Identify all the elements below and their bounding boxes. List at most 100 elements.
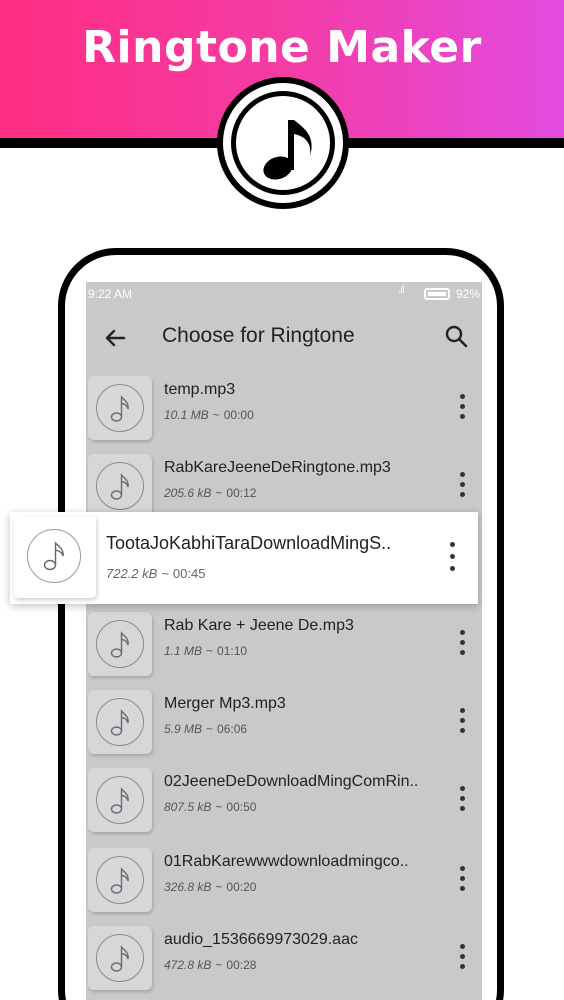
list-item[interactable]: 01RabKarewwwdownloadmingco.. 326.8 kB ~00:… (86, 846, 482, 924)
file-size: 807.5 kB (164, 800, 212, 814)
file-duration: 00:00 (223, 408, 254, 422)
file-thumbnail (88, 454, 152, 518)
arrow-left-icon (105, 329, 126, 347)
separator: ~ (161, 566, 169, 581)
separator: ~ (215, 880, 223, 894)
thumbnail-circle (96, 856, 144, 904)
search-button[interactable] (442, 322, 472, 352)
music-note-icon (263, 120, 312, 180)
search-icon (445, 325, 468, 348)
thumbnail-circle (96, 698, 144, 746)
file-meta: 1.1 MB ~01:10 (164, 644, 247, 658)
file-meta: 205.6 kB ~00:12 (164, 486, 256, 500)
logo-ring (231, 91, 335, 195)
file-name: audio_1536669973029.aac (164, 931, 358, 948)
file-meta: 807.5 kB ~00:50 (164, 800, 256, 814)
file-meta: 5.9 MB ~06:06 (164, 722, 247, 736)
list-item[interactable]: Rab Kare + Jeene De.mp3 1.1 MB ~01:10 (86, 610, 482, 688)
file-duration: 00:28 (226, 958, 257, 972)
file-thumbnail (88, 848, 152, 912)
more-vert-icon (450, 542, 455, 547)
file-name: Merger Mp3.mp3 (164, 695, 286, 712)
file-name: 01RabKarewwwdownloadmingco.. (164, 853, 409, 870)
file-duration: 00:45 (172, 566, 206, 581)
more-vert-icon-dot (460, 876, 465, 881)
back-button[interactable] (98, 320, 134, 356)
more-options-button[interactable] (452, 392, 472, 422)
thumbnail-circle (96, 462, 144, 510)
more-vert-icon-dot (460, 796, 465, 801)
music-note-icon (110, 709, 129, 736)
more-vert-icon-dot (460, 404, 465, 409)
music-note-icon (43, 541, 64, 571)
file-meta: 326.8 kB ~00:20 (164, 880, 256, 894)
list-item-highlighted[interactable]: TootaJoKabhiTaraDownloadMingS.. 722.2 kB… (10, 512, 478, 604)
music-note-icon (110, 473, 129, 500)
more-vert-icon-dot (450, 554, 455, 559)
more-vert-icon-dot (460, 640, 465, 645)
more-options-button[interactable] (452, 864, 472, 894)
separator: ~ (212, 408, 220, 422)
more-vert-icon (460, 944, 465, 949)
file-thumbnail (88, 926, 152, 990)
list-item[interactable]: Merger Mp3.mp3 5.9 MB ~06:06 (86, 688, 482, 766)
more-options-button[interactable] (452, 942, 472, 972)
list-item[interactable]: 02JeeneDeDownloadMingComRin.. 807.5 kB ~00… (86, 766, 482, 844)
file-duration: 00:20 (226, 880, 257, 894)
list-item[interactable]: temp.mp3 10.1 MB ~00:00 (86, 374, 482, 452)
more-vert-icon (460, 394, 465, 399)
music-note-icon (110, 395, 129, 422)
file-meta: 722.2 kB ~00:45 (106, 566, 205, 581)
page-title: Choose for Ringtone (162, 324, 355, 347)
file-meta: 472.8 kB ~00:28 (164, 958, 256, 972)
file-name: Rab Kare + Jeene De.mp3 (164, 617, 354, 634)
file-thumbnail (88, 768, 152, 832)
file-size: 472.8 kB (164, 958, 212, 972)
file-meta: 10.1 MB ~00:00 (164, 408, 254, 422)
file-thumbnail (14, 516, 96, 598)
file-size: 205.6 kB (164, 486, 212, 500)
separator: ~ (215, 486, 223, 500)
more-options-button[interactable] (452, 706, 472, 736)
more-vert-icon-dot (460, 806, 465, 811)
more-vert-icon-dot (460, 414, 465, 419)
more-vert-icon (460, 472, 465, 477)
thumbnail-circle (96, 934, 144, 982)
battery-icon (424, 288, 450, 300)
separator: ~ (206, 644, 214, 658)
more-options-button[interactable] (452, 628, 472, 658)
separator: ~ (206, 722, 214, 736)
more-vert-icon-dot (450, 566, 455, 571)
app-logo (217, 77, 349, 209)
file-thumbnail (88, 690, 152, 754)
thumbnail-circle (96, 384, 144, 432)
list-item[interactable]: audio_1536669973029.aac 472.8 kB ~00:28 (86, 924, 482, 1000)
music-note-icon (110, 631, 129, 658)
thumbnail-circle (27, 529, 81, 583)
thumbnail-circle (96, 776, 144, 824)
file-name: TootaJoKabhiTaraDownloadMingS.. (106, 533, 392, 553)
thumbnail-circle (96, 620, 144, 668)
more-options-button[interactable] (452, 470, 472, 500)
more-options-button[interactable] (452, 784, 472, 814)
file-duration: 00:50 (226, 800, 257, 814)
music-note-icon (110, 945, 129, 972)
file-duration: 01:10 (217, 644, 248, 658)
file-name: temp.mp3 (164, 381, 236, 398)
file-duration: 00:12 (226, 486, 257, 500)
separator: ~ (215, 800, 223, 814)
more-vert-icon (460, 786, 465, 791)
phone-screen: 9:22 AM .ıl 92% Choose for Ringtone temp… (86, 282, 482, 1000)
file-size: 1.1 MB (164, 644, 203, 658)
file-size: 326.8 kB (164, 880, 212, 894)
more-vert-icon-dot (460, 482, 465, 487)
more-vert-icon (460, 630, 465, 635)
more-options-button[interactable] (442, 540, 462, 574)
more-vert-icon-dot (460, 718, 465, 723)
file-thumbnail (88, 612, 152, 676)
app-bar: Choose for Ringtone (86, 306, 482, 370)
battery-percent: 92% (456, 287, 481, 301)
more-vert-icon-dot (460, 886, 465, 891)
more-vert-icon-dot (460, 728, 465, 733)
music-note-icon (110, 787, 129, 814)
